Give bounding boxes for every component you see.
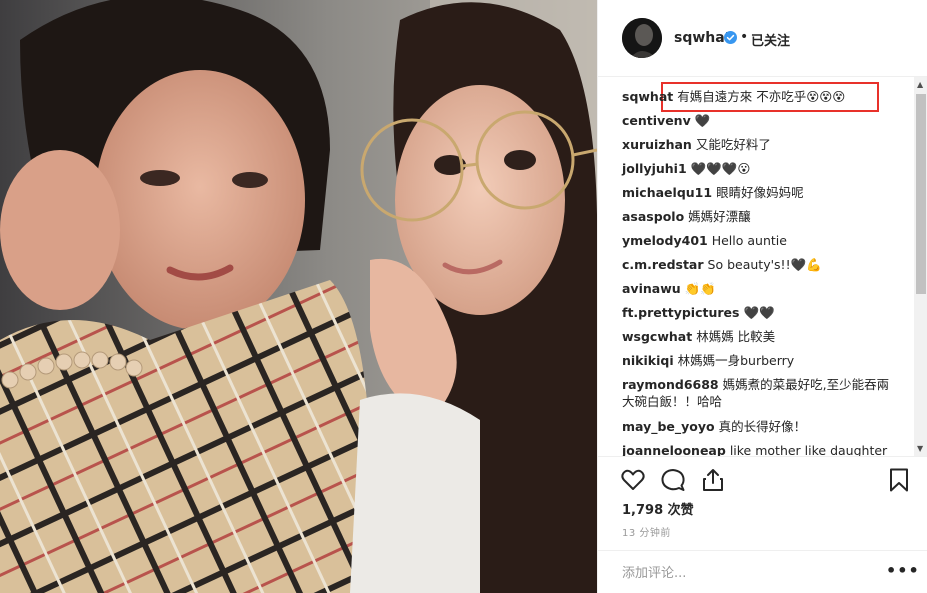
comments-scrollbar[interactable]: ▲ ▼	[914, 77, 927, 456]
likes-count[interactable]: 1,798 次赞	[622, 499, 694, 518]
list-item: sqwhat 有媽自遠方來 不亦吃乎😵😵😵	[622, 88, 888, 105]
comment-username[interactable]: centivenv	[622, 113, 691, 128]
heart-icon[interactable]	[620, 467, 646, 493]
list-item: c.m.redstar So beauty's!!🖤💪	[622, 256, 888, 273]
comment-text: 👏👏	[684, 281, 716, 296]
list-item: xuruizhan 又能吃好料了	[622, 136, 888, 153]
list-item: avinawu 👏👏	[622, 280, 888, 297]
comment-text: 又能吃好料了	[695, 137, 771, 152]
post-username[interactable]: sqwhat	[674, 30, 731, 46]
comment-text: 眼睛好像妈妈呢	[716, 185, 804, 200]
comments-list: sqwhat 有媽自遠方來 不亦吃乎😵😵😵 centivenv 🖤 xuruizha…	[598, 77, 927, 456]
comment-icon[interactable]	[660, 467, 686, 493]
comment-username[interactable]: xuruizhan	[622, 137, 692, 152]
post-photo[interactable]	[0, 0, 597, 593]
bookmark-icon[interactable]	[886, 467, 912, 493]
verified-badge-icon	[724, 31, 737, 44]
comment-username[interactable]: avinawu	[622, 281, 681, 296]
scroll-up-arrow-icon[interactable]: ▲	[917, 80, 923, 89]
list-item: nikikiqi 林媽媽一身burberry	[622, 352, 888, 369]
list-item: joannelooneap like mother like daughter	[622, 442, 888, 456]
avatar[interactable]	[622, 18, 662, 58]
header-separator: •	[740, 29, 749, 45]
comment-composer: •••	[598, 550, 927, 593]
list-item: jollyjuhi1 🖤🖤🖤😮	[622, 160, 888, 177]
list-item: raymond6688 媽媽煮的菜最好吃,至少能吞兩大碗白飯！！哈哈	[622, 376, 892, 410]
comment-text: 林媽媽 比較美	[696, 329, 776, 344]
share-icon[interactable]	[700, 467, 726, 493]
comment-text: 🖤🖤🖤😮	[690, 161, 751, 176]
comment-text: 有媽自遠方來 不亦吃乎😵😵😵	[677, 89, 846, 104]
post-timestamp[interactable]: 13 分钟前	[622, 524, 671, 539]
comment-username[interactable]: nikikiqi	[622, 353, 674, 368]
comment-text: So beauty's!!🖤💪	[707, 257, 822, 272]
comment-username[interactable]: may_be_yoyo	[622, 419, 715, 434]
action-bar	[598, 456, 927, 504]
comment-username[interactable]: joannelooneap	[622, 443, 726, 456]
comment-text: 真的长得好像！	[718, 419, 807, 434]
list-item: may_be_yoyo 真的长得好像！	[622, 418, 888, 435]
post-side-panel: sqwhat • 已关注 sqwhat 有媽自遠方來 不亦吃乎😵😵😵 centiv…	[597, 0, 927, 593]
list-item: michaelqu11 眼睛好像妈妈呢	[622, 184, 888, 201]
comment-username[interactable]: ymelody401	[622, 233, 708, 248]
comment-text: 林媽媽一身burberry	[677, 353, 795, 368]
comment-username[interactable]: raymond6688	[622, 377, 719, 392]
comment-username[interactable]: michaelqu11	[622, 185, 712, 200]
list-item: wsgcwhat 林媽媽 比較美	[622, 328, 888, 345]
comment-username[interactable]: c.m.redstar	[622, 257, 704, 272]
comment-username[interactable]: sqwhat	[622, 89, 673, 104]
more-options-icon[interactable]: •••	[886, 561, 920, 580]
comment-text: Hello auntie	[711, 233, 787, 248]
following-button[interactable]: 已关注	[751, 30, 790, 49]
selfie-image	[0, 0, 597, 593]
comment-text: 🖤🖤	[743, 305, 775, 320]
scroll-down-arrow-icon[interactable]: ▼	[917, 444, 923, 453]
comment-text: 🖤	[694, 113, 711, 128]
comment-username[interactable]: jollyjuhi1	[622, 161, 687, 176]
add-comment-input[interactable]	[622, 563, 862, 583]
comment-username[interactable]: wsgcwhat	[622, 329, 692, 344]
comment-text: 媽媽好漂釀	[688, 209, 751, 224]
list-item: ft.prettypictures 🖤🖤	[622, 304, 888, 321]
list-item: ymelody401 Hello auntie	[622, 232, 888, 249]
scroll-thumb[interactable]	[916, 94, 926, 294]
instagram-post-view: sqwhat • 已关注 sqwhat 有媽自遠方來 不亦吃乎😵😵😵 centiv…	[0, 0, 927, 593]
list-item: centivenv 🖤	[622, 112, 888, 129]
list-item: asaspolo 媽媽好漂釀	[622, 208, 888, 225]
post-header: sqwhat • 已关注	[598, 0, 927, 77]
comment-text: like mother like daughter	[729, 443, 888, 456]
comment-username[interactable]: asaspolo	[622, 209, 684, 224]
comment-username[interactable]: ft.prettypictures	[622, 305, 739, 320]
avatar-image	[622, 18, 662, 58]
